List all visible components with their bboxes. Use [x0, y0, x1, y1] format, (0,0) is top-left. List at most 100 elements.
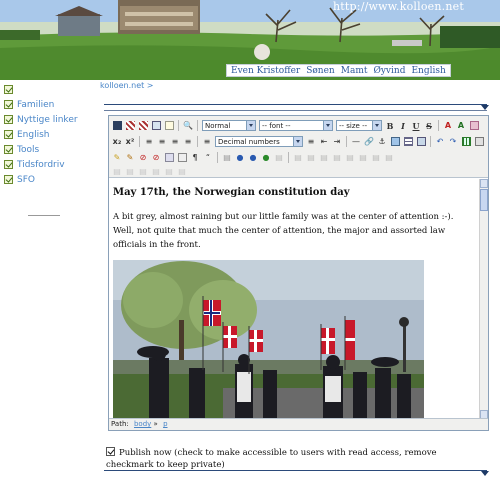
blockquote-icon[interactable]: “: [202, 152, 214, 164]
select-all-icon: ▤: [178, 167, 186, 176]
table-icon[interactable]: [402, 136, 414, 148]
align-justify-icon[interactable]: ≡: [182, 136, 194, 148]
anchor-icon[interactable]: ⚓: [376, 136, 388, 148]
scroll-up-icon[interactable]: [480, 179, 488, 188]
page-icon[interactable]: [163, 120, 175, 132]
check-icon: [4, 85, 13, 94]
underline-button[interactable]: U: [410, 120, 422, 132]
bold-button[interactable]: B: [384, 120, 396, 132]
path-item-body[interactable]: body: [134, 420, 151, 428]
separator: [139, 136, 140, 147]
nav-link-english[interactable]: English: [411, 66, 445, 76]
editor-content[interactable]: May 17th, the Norwegian constitution day…: [109, 179, 479, 419]
chevron-down-icon: [293, 137, 302, 146]
eraser-icon[interactable]: [468, 120, 480, 132]
font-select[interactable]: -- font --: [259, 120, 333, 131]
toolbar-row: ✎ ✎ ⊘ ⊘ ¶ “ ▤ ● ● ● ▤ ▤ ▤ ▤ ▤ ▤ ▤ ▤ ▤: [111, 151, 395, 164]
paste-icon: ▤: [139, 167, 147, 176]
save-icon[interactable]: [111, 120, 123, 132]
spellcheck-icon[interactable]: ●: [260, 152, 272, 164]
col-after-icon: ▤: [346, 153, 354, 162]
sidebar-item-label: SFO: [17, 174, 35, 185]
rich-text-editor: 🔍 Normal -- font -- -- size -- B I U S A…: [108, 115, 489, 431]
delete-row-icon: ▤: [320, 153, 328, 162]
template-icon[interactable]: [163, 152, 175, 164]
insert-row-icon[interactable]: ▤: [221, 152, 233, 164]
check-icon: [4, 175, 13, 184]
source-code-icon[interactable]: [473, 136, 485, 148]
nav-link-mamt[interactable]: Mamt: [341, 66, 368, 76]
row-after-icon: ▤: [307, 153, 315, 162]
check-icon: [4, 100, 13, 109]
nav-link-even-kristoffer[interactable]: Even Kristoffer: [231, 66, 300, 76]
paragraph-icon[interactable]: ¶: [189, 152, 201, 164]
path-item-p[interactable]: p: [163, 420, 167, 428]
separator: [197, 136, 198, 147]
nav-link-sonen[interactable]: Sønen: [306, 66, 335, 76]
editor-toolbar: 🔍 Normal -- font -- -- size -- B I U S A…: [109, 116, 488, 178]
edit-document-icon[interactable]: [150, 120, 162, 132]
remove-icon[interactable]: ⊘: [150, 152, 162, 164]
outdent-icon[interactable]: ⇤: [318, 136, 330, 148]
parade-photo[interactable]: [113, 260, 424, 419]
toolbar-row: ▤ ▤ ▤ ▤ ▤ ▤: [111, 165, 188, 178]
layer-icon[interactable]: [176, 152, 188, 164]
sidebar-item-english[interactable]: English: [4, 127, 104, 142]
check-icon: [4, 130, 13, 139]
scrollbar-thumb[interactable]: [480, 189, 488, 211]
sidebar-item-tools[interactable]: Tools: [4, 142, 104, 157]
horizontal-rule-icon[interactable]: —: [350, 136, 362, 148]
align-right-icon[interactable]: ≡: [169, 136, 181, 148]
sidebar-item-nyttige-linker[interactable]: Nyttige linker: [4, 112, 104, 127]
subscript-button[interactable]: x₂: [111, 136, 123, 148]
list-style-select[interactable]: Decimal numbers: [215, 136, 303, 147]
toolbar-row: x₂ x² ≡ ≡ ≡ ≡ ≡ Decimal numbers ≡ ⇤ ⇥ — …: [111, 135, 485, 148]
site-url: http://www.kolloen.net: [333, 0, 464, 13]
media-icon[interactable]: [415, 136, 427, 148]
sidebar-item-tidsfordriv[interactable]: Tidsfordriv: [4, 157, 104, 172]
align-left-icon[interactable]: ≡: [143, 136, 155, 148]
path-label: Path:: [111, 420, 129, 428]
strikethrough-button[interactable]: S: [423, 120, 435, 132]
sidebar-item-home[interactable]: [4, 82, 104, 97]
undo-icon[interactable]: ↶: [434, 136, 446, 148]
divider: [104, 104, 487, 105]
page: http://www.kolloen.net Even Kristoffer S…: [0, 0, 500, 480]
separator: [346, 136, 347, 147]
nav-link-oyvind[interactable]: Øyvind: [373, 66, 405, 76]
editor-scrollbar[interactable]: [479, 179, 488, 419]
help-icon[interactable]: ●: [234, 152, 246, 164]
grid-icon[interactable]: [460, 136, 472, 148]
cut-icon: ▤: [113, 167, 121, 176]
numbered-list-icon[interactable]: ≡: [201, 136, 213, 148]
paint-icon[interactable]: ✎: [124, 152, 136, 164]
format-select[interactable]: Normal: [202, 120, 256, 131]
separator: [197, 120, 198, 131]
sidebar-item-label: English: [17, 129, 50, 140]
publish-checkbox[interactable]: [106, 447, 115, 456]
size-select[interactable]: -- size --: [336, 120, 382, 131]
info-icon[interactable]: ●: [247, 152, 259, 164]
sidebar-item-sfo[interactable]: SFO: [4, 172, 104, 187]
align-center-icon[interactable]: ≡: [156, 136, 168, 148]
font-color-button[interactable]: A: [442, 120, 454, 132]
sidebar-item-label: Familien: [17, 99, 55, 110]
breadcrumb[interactable]: kolloen.net >: [100, 81, 154, 90]
sidebar-item-familien[interactable]: Familien: [4, 97, 104, 112]
insert-checkered-icon[interactable]: [137, 120, 149, 132]
italic-button[interactable]: I: [397, 120, 409, 132]
sidebar: Familien Nyttige linker English Tools Ti…: [4, 82, 104, 187]
search-icon[interactable]: 🔍: [182, 120, 194, 132]
bullet-list-icon[interactable]: ≡: [305, 136, 317, 148]
cleanup-icon[interactable]: ✎: [111, 152, 123, 164]
insert-checkered-icon[interactable]: [124, 120, 136, 132]
superscript-button[interactable]: x²: [124, 136, 136, 148]
no-format-icon[interactable]: ⊘: [137, 152, 149, 164]
redo-icon[interactable]: ↷: [447, 136, 459, 148]
image-icon[interactable]: [389, 136, 401, 148]
highlight-color-button[interactable]: A: [455, 120, 467, 132]
collapse-arrow-icon[interactable]: [481, 471, 489, 476]
indent-icon[interactable]: ⇥: [331, 136, 343, 148]
chevron-down-icon: [372, 121, 381, 130]
link-icon[interactable]: 🔗: [363, 136, 375, 148]
